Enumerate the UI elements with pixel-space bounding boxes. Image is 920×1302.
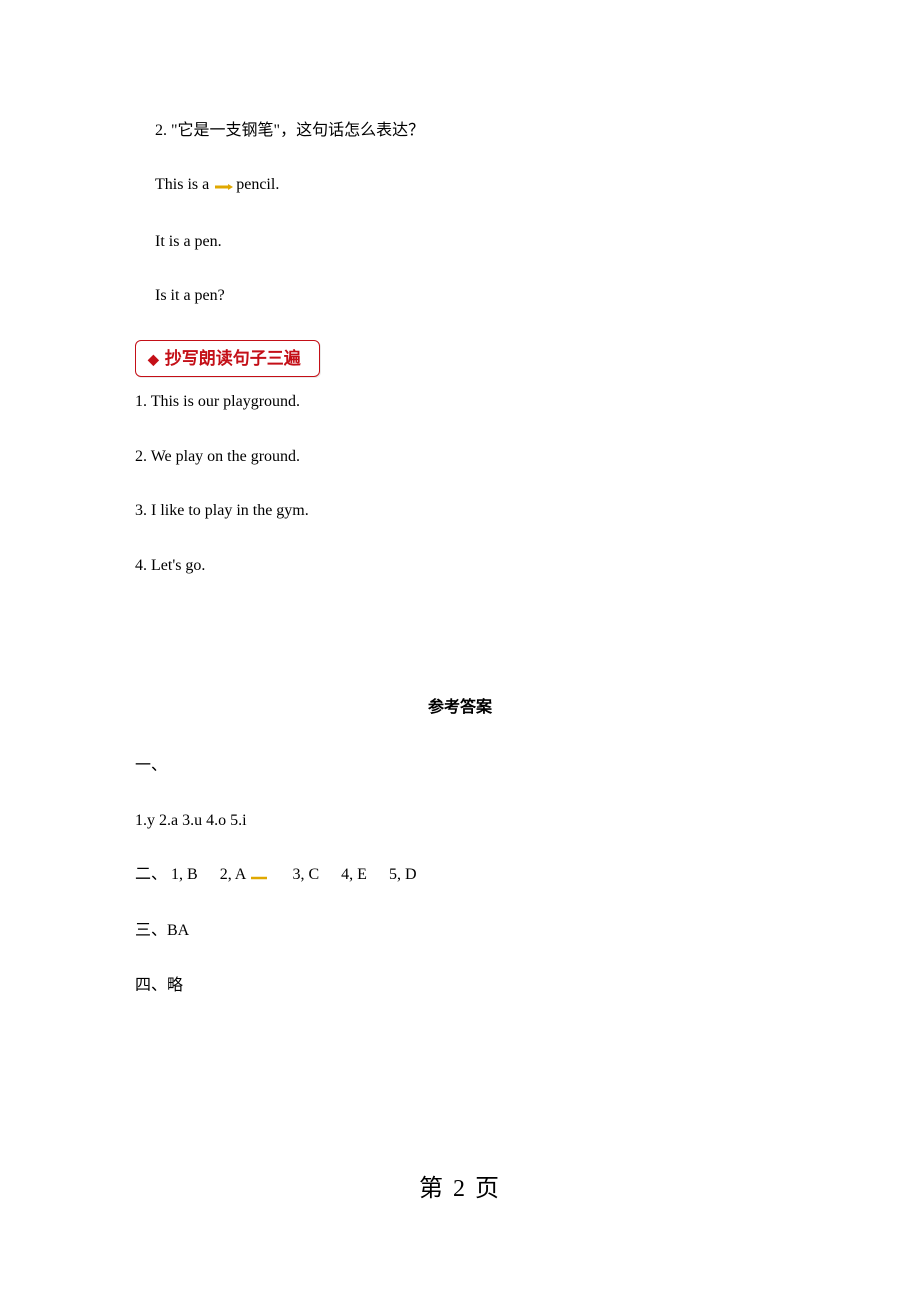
answer-section-one-label: 一、	[135, 755, 785, 777]
question-2-option-a: This is a pencil.	[135, 174, 785, 198]
option-a-tail: pencil.	[236, 176, 279, 193]
page-number-footer: 第 2 页	[0, 1173, 920, 1207]
diamond-icon: ◆	[148, 351, 159, 367]
copy-sentence-4: 4. Let's go.	[135, 555, 785, 577]
answer-section-four: 四、略	[135, 975, 785, 997]
badge-label: 抄写朗读句子三遍	[165, 349, 301, 368]
document-page: 2. "它是一支钢笔"，这句话怎么表达？ This is a pencil. I…	[0, 0, 920, 1302]
copy-sentence-list: 1. This is our playground. 2. We play on…	[135, 391, 785, 577]
copy-sentence-3: 3. I like to play in the gym.	[135, 500, 785, 522]
answer-two-item-4: 4, E	[341, 866, 367, 883]
answer-two-item-2: 2, A	[220, 866, 271, 883]
answer-section-three: 三、BA	[135, 920, 785, 942]
answer-two-item-5: 5, D	[389, 866, 417, 883]
answer-section-one-content: 1.y 2.a 3.u 4.o 5.i	[135, 810, 785, 832]
option-a-lead: This is a	[155, 176, 213, 193]
dash-icon	[251, 866, 267, 888]
answer-section-two: 二、 1, B 2, A 3, C 4, E 5, D	[135, 864, 785, 888]
answer-two-item-3: 3, C	[292, 866, 319, 883]
copy-sentence-2: 2. We play on the ground.	[135, 446, 785, 468]
answer-two-label: 二、	[135, 866, 167, 883]
question-2-option-c: Is it a pen?	[135, 285, 785, 307]
pencil-icon	[215, 176, 233, 198]
answer-two-item-1: 1, B	[171, 866, 198, 883]
section-badge-copy-read: ◆ 抄写朗读句子三遍	[135, 340, 785, 392]
question-2-text: 2. "它是一支钢笔"，这句话怎么表达？	[135, 120, 785, 142]
question-2-option-b: It is a pen.	[135, 231, 785, 253]
answer-key-title: 参考答案	[135, 697, 785, 719]
copy-sentence-1: 1. This is our playground.	[135, 391, 785, 413]
